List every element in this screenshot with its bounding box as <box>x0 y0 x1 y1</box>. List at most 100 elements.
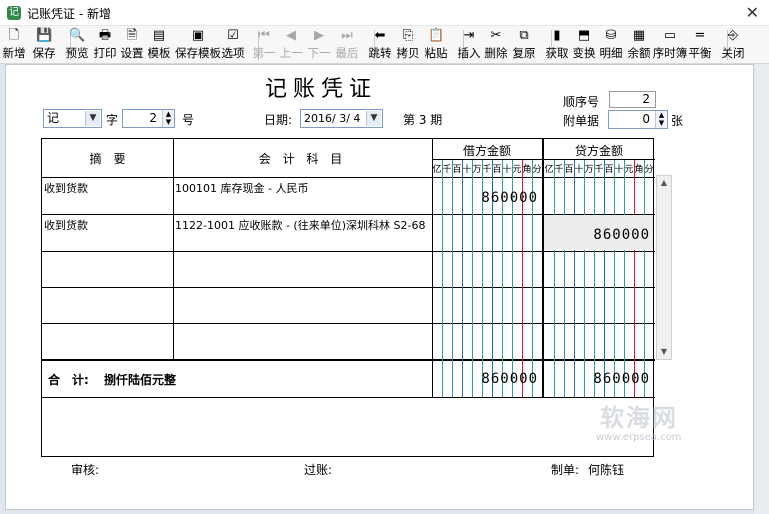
toolbar-button-12[interactable]: ⬅ 跳转 <box>365 26 395 64</box>
spin-arrows-icon[interactable]: ▲ ▼ <box>655 111 667 128</box>
toolbar: 🗋 新增 💾 保存 🔍 预览 🖶 打印 🗎 设置 ▤ 模板 ▣ 保存模板 ☑ 选项 ⏮ 第一 ◀ 上一 ▶ 下一 ⏭ 最后 ⬅ 跳… <box>0 26 769 64</box>
toolbar-button-16[interactable]: ✂ 删除 <box>481 26 511 64</box>
date-value: 2016/ 3/ 4 <box>304 112 361 125</box>
transform-icon: ⬒ <box>577 28 591 43</box>
toolbar-button-1[interactable]: 💾 保存 <box>29 26 59 64</box>
period-text: 第 3 期 <box>403 113 443 127</box>
toolbar-button-19[interactable]: ⬒ 变换 <box>569 26 599 64</box>
chevron-down-icon[interactable]: ▼ <box>85 111 100 126</box>
row-divider <box>42 397 655 398</box>
credit-digit-line <box>584 160 585 397</box>
toolbar-button-3[interactable]: 🖶 打印 <box>90 26 120 64</box>
toolbar-button-11[interactable]: ⏭ 最后 <box>332 26 362 64</box>
template-icon: ▤ <box>152 28 166 43</box>
credit-digit-labels: 亿千百十万千百十元角分 <box>544 161 654 177</box>
toolbar-button-7[interactable]: ☑ 选项 <box>218 26 248 64</box>
toolbar-button-label: 删除 <box>484 46 508 60</box>
attach-stepper[interactable]: 0 ▲ ▼ <box>608 110 668 129</box>
toolbar-button-13[interactable]: ⎘ 拷贝 <box>393 26 423 64</box>
debit-amount: 860000 <box>481 190 538 206</box>
close-door-icon: ⎆ <box>727 28 739 43</box>
toolbar-button-5[interactable]: ▤ 模板 <box>144 26 174 64</box>
toolbar-button-18[interactable]: ▮ 获取 <box>542 26 572 64</box>
credit-digit-line <box>564 160 565 397</box>
vertical-scrollbar[interactable]: ▲ ▼ <box>656 175 672 360</box>
prev-icon: ◀ <box>286 28 296 43</box>
digit-label: 千 <box>442 165 452 175</box>
journal-icon: ▭ <box>663 28 677 43</box>
balance-icon: ▦ <box>632 28 646 43</box>
detail-icon: ⛁ <box>605 28 617 43</box>
toolbar-button-20[interactable]: ⛁ 明细 <box>596 26 626 64</box>
toolbar-button-0[interactable]: 🗋 新增 <box>0 26 29 64</box>
scroll-up-icon[interactable]: ▲ <box>657 176 671 190</box>
digit-label: 分 <box>532 165 542 175</box>
maker-label: 制单: <box>551 463 580 477</box>
toolbar-button-2[interactable]: 🔍 预览 <box>62 26 92 64</box>
jump-icon: ⬅ <box>374 28 386 43</box>
new-doc-icon: 🗋 <box>8 28 20 43</box>
window-edge <box>755 64 769 514</box>
first-icon: ⏮ <box>258 28 270 43</box>
digit-label: 十 <box>462 165 472 175</box>
last-icon: ⏭ <box>341 28 353 43</box>
toolbar-button-label: 复原 <box>512 46 536 60</box>
toolbar-button-label: 最后 <box>335 46 359 60</box>
spin-arrows-icon[interactable]: ▲ ▼ <box>162 110 174 127</box>
toolbar-button-10[interactable]: ▶ 下一 <box>304 26 334 64</box>
voucher-type-select[interactable]: 记 ▼ <box>43 109 102 128</box>
toolbar-button-label: 序时簿 <box>652 46 688 60</box>
summary-cell[interactable]: 收到货款 <box>44 180 88 196</box>
seq-field[interactable]: 2 <box>609 91 656 108</box>
toolbar-button-8[interactable]: ⏮ 第一 <box>249 26 279 64</box>
app-window: 记 记账凭证 - 新增 ✕ 🗋 新增 💾 保存 🔍 预览 🖶 打印 🗎 设置 ▤ 模板 ▣ 保存模板 ☑ 选项… <box>0 0 769 514</box>
voucher-number-value: 2 <box>149 111 157 125</box>
total-in-words: 捌仟陆佰元整 <box>104 373 177 387</box>
toolbar-button-24[interactable]: ⎆ 关闭 <box>718 26 748 64</box>
save-icon: 💾 <box>36 28 53 43</box>
credit-digit-line <box>594 160 595 397</box>
attach-suffix: 张 <box>671 114 684 128</box>
digit-label: 万 <box>472 165 482 175</box>
summary-cell[interactable]: 收到货款 <box>44 217 88 233</box>
calendar-dropdown-icon[interactable]: ▼ <box>366 111 381 126</box>
toolbar-button-4[interactable]: 🗎 设置 <box>117 26 147 64</box>
credit-digit-line <box>624 160 625 397</box>
scroll-down-icon[interactable]: ▼ <box>657 345 671 359</box>
debit-digit-line <box>472 160 473 397</box>
voucher-entry-table: 亿千百十万千百十元角分亿千百十万千百十元角分摘 要会 计 科 目借方金额 贷方金额… <box>41 138 655 457</box>
toolbar-button-label: 明细 <box>599 46 623 60</box>
toolbar-button-label: 设置 <box>120 46 144 60</box>
toolbar-button-label: 关闭 <box>721 46 745 60</box>
watermark-logo: 软海网 <box>600 404 678 432</box>
credit-digit-line <box>554 160 555 397</box>
digit-label: 亿 <box>544 165 554 175</box>
voucher-number-stepper[interactable]: 2 ▲ ▼ <box>122 109 175 128</box>
toolbar-button-9[interactable]: ◀ 上一 <box>276 26 306 64</box>
preview-icon: 🔍 <box>69 28 86 43</box>
debit-digit-labels: 亿千百十万千百十元角分 <box>432 161 542 177</box>
summary-header: 摘 要 <box>89 152 126 166</box>
print-icon: 🖶 <box>98 28 112 43</box>
toolbar-button-14[interactable]: 📋 粘贴 <box>421 26 451 64</box>
col-divider <box>173 139 174 359</box>
account-cell[interactable]: 1122-1001 应收账款 - (往来单位)深圳科林 S2-68 <box>175 217 425 233</box>
credit-amount: 860000 <box>593 227 650 243</box>
digit-label: 亿 <box>432 165 442 175</box>
account-cell[interactable]: 100101 库存现金 - 人民币 <box>175 180 308 196</box>
options-icon: ☑ <box>227 28 239 43</box>
toolbar-button-15[interactable]: ⇥ 插入 <box>454 26 484 64</box>
close-icon[interactable]: ✕ <box>746 3 759 22</box>
toolbar-button-label: 模板 <box>147 46 171 60</box>
digit-label: 元 <box>624 165 634 175</box>
toolbar-button-17[interactable]: ⧉ 复原 <box>509 26 539 64</box>
date-picker[interactable]: 2016/ 3/ 4 ▼ <box>300 109 383 128</box>
credit-digit-line <box>644 160 645 397</box>
digit-label: 千 <box>554 165 564 175</box>
toolbar-button-6[interactable]: ▣ 保存模板 <box>171 26 225 64</box>
credit-digit-line <box>614 160 615 397</box>
toolbar-button-23[interactable]: = 平衡 <box>685 26 715 64</box>
toolbar-button-label: 预览 <box>65 46 89 60</box>
credit-digit-line <box>604 160 605 397</box>
digit-label: 百 <box>564 165 574 175</box>
